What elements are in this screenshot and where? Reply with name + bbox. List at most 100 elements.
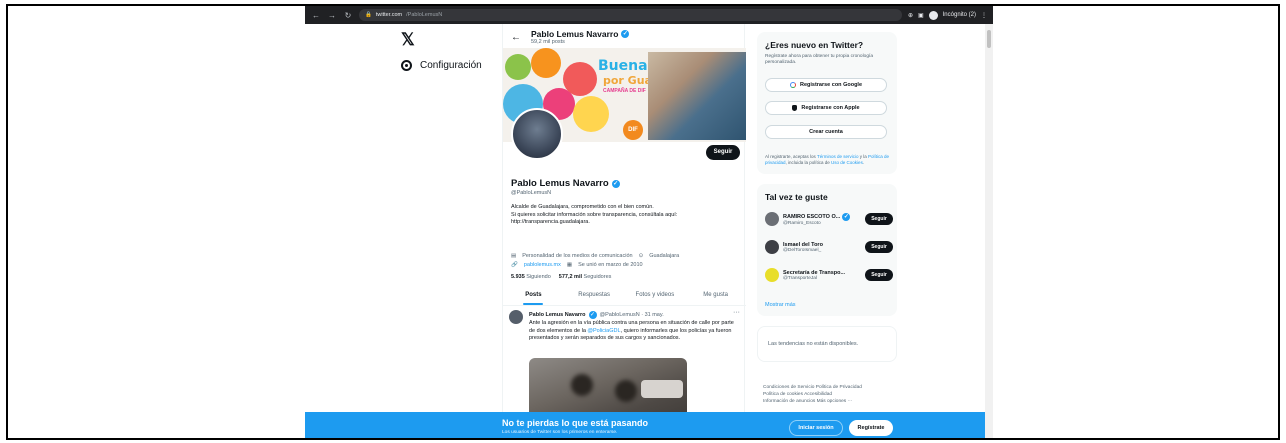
back-arrow-icon[interactable]: ← <box>511 32 521 43</box>
followers-count: 577,2 mil <box>558 274 583 280</box>
incognito-icon[interactable] <box>928 10 938 20</box>
calendar-icon: ▦ <box>566 262 573 268</box>
post-mention[interactable]: @PoliciaGDL <box>587 328 620 334</box>
profile-label[interactable]: Incógnito (2) <box>943 12 976 18</box>
footer-line[interactable]: Información de anuncios Más opciones ··· <box>763 398 893 405</box>
terms-text: , incluida la política de <box>785 160 832 165</box>
x-logo-icon[interactable]: 𝕏 <box>401 30 415 50</box>
signup-prompt-bar: No te pierdas lo que está pasando Los us… <box>305 412 985 438</box>
media-blur <box>615 380 637 402</box>
footer-line[interactable]: Política de cookies Accesibilidad <box>763 391 893 398</box>
profile-bio: Alcalde de Guadalajara, comprometido con… <box>511 204 741 227</box>
terms-text: y la <box>858 154 868 159</box>
banner-dot <box>531 48 561 78</box>
tab-replies[interactable]: Respuestas <box>564 284 625 305</box>
browser-actions: ⊕ ▣ Incógnito (2) ⋮ <box>908 10 987 20</box>
url-path: /PabloLemusN <box>406 12 443 18</box>
signup-card: ¿Eres nuevo en Twitter? Regístrate ahora… <box>757 32 897 174</box>
followers-label: Seguidores <box>583 274 612 280</box>
following-count: 5.935 <box>511 274 525 280</box>
avatar[interactable] <box>765 268 779 282</box>
following-link[interactable]: 5.935 Siguiendo <box>511 274 551 280</box>
trends-unavailable-text: Las tendencias no están disponibles. <box>768 341 859 347</box>
profile-avatar[interactable] <box>511 108 563 160</box>
post-handle-time: @PabloLemusN · 31 may. <box>599 312 664 318</box>
suggestion-handle: @DelToroIsmael_ <box>783 247 822 253</box>
header-name-text: Pablo Lemus Navarro <box>531 29 619 39</box>
suggestion-name-text: RAMIRO ESCOTO O... <box>783 213 841 220</box>
header-name: Pablo Lemus Navarro ✓ <box>531 29 630 39</box>
google-icon <box>789 82 796 88</box>
suggestion-item[interactable]: Ismael del Toro @DelToroIsmael_ Seguir <box>765 238 893 256</box>
tab-likes[interactable]: Me gusta <box>685 284 746 305</box>
scrollbar[interactable] <box>985 24 993 438</box>
follow-button[interactable]: Seguir <box>865 213 893 225</box>
profile-name-text: Pablo Lemus Navarro <box>511 178 609 189</box>
url-domain: twitter.com <box>375 12 403 18</box>
suggestions-title: Tal vez te guste <box>765 192 828 202</box>
profile-location: Guadalajara <box>649 253 680 259</box>
location-icon: ⊙ <box>638 253 644 259</box>
create-account-button[interactable]: Crear cuenta <box>765 125 887 139</box>
avatar[interactable] <box>765 212 779 226</box>
footer-line[interactable]: Condiciones de Servicio Política de Priv… <box>763 384 893 391</box>
sidebar-icon[interactable]: ▣ <box>918 12 924 19</box>
post-header: Pablo Lemus Navarro ✓ @PabloLemusN · 31 … <box>529 311 664 319</box>
avatar[interactable] <box>765 240 779 254</box>
terms-text: . <box>862 160 865 165</box>
google-signup-label: Registrarse con Google <box>799 82 863 88</box>
profile-top-header: ← Pablo Lemus Navarro ✓ 59,2 mil posts <box>503 26 746 48</box>
suggestion-item[interactable]: RAMIRO ESCOTO O... ✓ @Ramiro_Escoto Segui… <box>765 210 893 228</box>
bio-line: Alcalde de Guadalajara, comprometido con… <box>511 204 654 210</box>
tab-posts[interactable]: Posts <box>503 284 564 305</box>
scrollbar-thumb[interactable] <box>987 30 991 48</box>
gear-icon <box>401 60 412 71</box>
screenshot-frame: ← → ↻ 🔒 twitter.com/PabloLemusN ⊕ ▣ Incó… <box>6 4 1280 440</box>
more-icon[interactable]: ··· <box>733 309 740 316</box>
signup-terms: Al registrarte, aceptas los Términos de … <box>765 154 889 166</box>
banner-dot <box>573 96 609 132</box>
bio-link[interactable]: http://transparencia.guadalajara. <box>511 219 741 227</box>
follow-button[interactable]: Seguir <box>706 145 740 160</box>
browser-toolbar: ← → ↻ 🔒 twitter.com/PabloLemusN ⊕ ▣ Incó… <box>305 6 993 24</box>
suggestion-item[interactable]: Secretaría de Transpo... @TransporteJal … <box>765 266 893 284</box>
terms-link[interactable]: Términos de servicio <box>817 154 859 159</box>
post-avatar[interactable] <box>509 310 523 324</box>
suggestion-text: RAMIRO ESCOTO O... ✓ @Ramiro_Escoto <box>783 212 861 226</box>
forward-icon[interactable]: → <box>327 11 337 20</box>
login-button[interactable]: Iniciar sesión <box>789 420 843 436</box>
suggestion-handle: @TransporteJal <box>783 275 818 281</box>
follow-counts: 5.935 Siguiendo 577,2 mil Seguidores <box>511 274 611 280</box>
follow-button[interactable]: Seguir <box>865 269 893 281</box>
extensions-icon[interactable]: ⊕ <box>908 12 913 19</box>
nav-item-settings-label: Configuración <box>420 60 482 71</box>
prompt-subtitle: Los usuarios de Twitter son los primeros… <box>502 430 618 435</box>
menu-icon[interactable]: ⋮ <box>981 12 987 19</box>
verified-icon: ✓ <box>588 311 597 319</box>
profile-handle: @PabloLemusN <box>511 190 552 196</box>
profile-website[interactable]: pablolemus.mx <box>524 262 561 268</box>
media-detail <box>641 380 683 398</box>
reload-icon[interactable]: ↻ <box>343 11 353 20</box>
follow-button[interactable]: Seguir <box>865 241 893 253</box>
register-button[interactable]: Regístrate <box>849 420 893 436</box>
post-text: Ante la agresión en la vía pública contr… <box>529 320 739 343</box>
tab-media[interactable]: Fotos y videos <box>625 284 686 305</box>
verified-icon: ✓ <box>842 212 851 221</box>
banner-dot <box>505 54 531 80</box>
address-bar[interactable]: 🔒 twitter.com/PabloLemusN <box>359 9 902 21</box>
show-more-link[interactable]: Mostrar más <box>765 302 796 308</box>
header-post-count: 59,2 mil posts <box>531 39 565 45</box>
post-author[interactable]: Pablo Lemus Navarro <box>529 312 586 318</box>
google-signup-button[interactable]: Registrarse con Google <box>765 78 887 92</box>
prompt-title: No te pierdas lo que está pasando <box>502 418 649 428</box>
followers-link[interactable]: 577,2 mil Seguidores <box>559 274 612 280</box>
profile-tabs: Posts Respuestas Fotos y videos Me gusta <box>503 284 746 306</box>
back-icon[interactable]: ← <box>311 11 321 20</box>
apple-signup-label: Registrarse con Apple <box>801 105 860 111</box>
suggestions-card: Tal vez te guste RAMIRO ESCOTO O... ✓ @Ra… <box>757 184 897 316</box>
suggestion-text: Ismael del Toro @DelToroIsmael_ <box>783 242 861 253</box>
apple-signup-button[interactable]: Registrarse con Apple <box>765 101 887 115</box>
cookies-link[interactable]: Uso de Cookies <box>831 160 863 165</box>
nav-item-settings[interactable]: Configuración <box>401 60 482 71</box>
